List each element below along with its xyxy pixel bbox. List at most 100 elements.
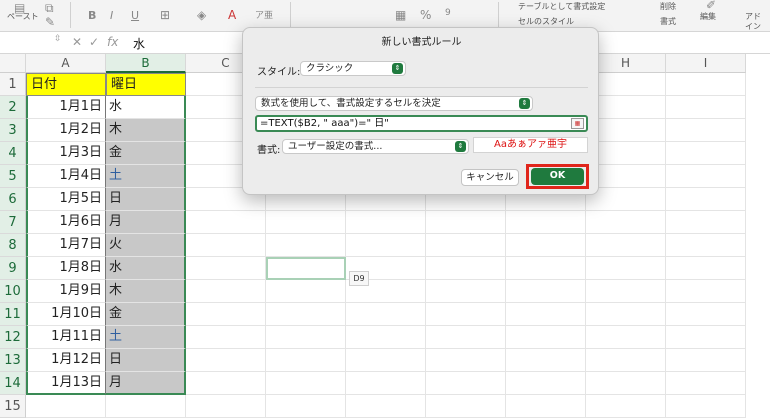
- borders-icon[interactable]: ⊞: [160, 8, 170, 22]
- name-box-stepper-icon[interactable]: ⇳: [54, 34, 62, 44]
- cell[interactable]: [266, 303, 346, 326]
- cell[interactable]: [666, 73, 746, 96]
- weekday-cell[interactable]: 日: [106, 349, 186, 372]
- cell[interactable]: [506, 372, 586, 395]
- cell[interactable]: [186, 257, 266, 280]
- cell[interactable]: [506, 326, 586, 349]
- weekday-cell[interactable]: 木: [106, 119, 186, 142]
- percent-button[interactable]: %: [420, 8, 431, 22]
- date-cell[interactable]: 1月9日: [26, 280, 106, 303]
- cell[interactable]: [266, 211, 346, 234]
- cell[interactable]: [666, 326, 746, 349]
- delete-button[interactable]: 削除: [660, 1, 676, 12]
- column-header-a[interactable]: A: [26, 54, 106, 73]
- collapse-dialog-icon[interactable]: ▦: [571, 118, 584, 129]
- row-header-11[interactable]: 11: [0, 303, 26, 326]
- row-header-8[interactable]: 8: [0, 234, 26, 257]
- cell[interactable]: [346, 303, 426, 326]
- underline-button[interactable]: U: [131, 9, 139, 22]
- cell[interactable]: [586, 234, 666, 257]
- cell[interactable]: [426, 234, 506, 257]
- format-as-table-button[interactable]: テーブルとして書式設定: [518, 1, 605, 12]
- row-header-6[interactable]: 6: [0, 188, 26, 211]
- cancel-icon[interactable]: ✕: [72, 35, 82, 49]
- row-header-3[interactable]: 3: [0, 119, 26, 142]
- comma-style-icon[interactable]: 9: [445, 8, 451, 18]
- cell[interactable]: [586, 303, 666, 326]
- cell[interactable]: [586, 211, 666, 234]
- cell[interactable]: [346, 349, 426, 372]
- cell[interactable]: [586, 188, 666, 211]
- copy-icon[interactable]: ⧉: [45, 1, 54, 16]
- cell[interactable]: [186, 349, 266, 372]
- cell[interactable]: [666, 96, 746, 119]
- cell[interactable]: [586, 280, 666, 303]
- cell[interactable]: [266, 280, 346, 303]
- cell[interactable]: [666, 234, 746, 257]
- date-cell[interactable]: 1月5日: [26, 188, 106, 211]
- cell[interactable]: [426, 211, 506, 234]
- date-cell[interactable]: 1月4日: [26, 165, 106, 188]
- font-color-icon[interactable]: A: [228, 8, 236, 22]
- weekday-cell[interactable]: 水: [106, 257, 186, 280]
- cell[interactable]: [666, 188, 746, 211]
- italic-button[interactable]: I: [110, 9, 113, 22]
- date-cell[interactable]: 1月13日: [26, 372, 106, 395]
- weekday-cell[interactable]: 土: [106, 165, 186, 188]
- select-all-corner[interactable]: [0, 54, 26, 73]
- weekday-cell[interactable]: 土: [106, 326, 186, 349]
- cell[interactable]: [186, 303, 266, 326]
- row-header-1[interactable]: 1: [0, 73, 26, 96]
- date-cell[interactable]: 1月7日: [26, 234, 106, 257]
- format-painter-icon[interactable]: ✎: [45, 15, 55, 29]
- cell[interactable]: [666, 395, 746, 418]
- cell[interactable]: [186, 211, 266, 234]
- phonetic-icon[interactable]: ア亜: [255, 8, 273, 21]
- header-cell-date[interactable]: 日付: [26, 73, 106, 96]
- number-format-icon[interactable]: ▦: [395, 8, 406, 22]
- cell[interactable]: [106, 395, 186, 418]
- cell[interactable]: [426, 257, 506, 280]
- weekday-cell[interactable]: 月: [106, 372, 186, 395]
- cell[interactable]: [586, 395, 666, 418]
- cell[interactable]: [266, 234, 346, 257]
- cell[interactable]: [346, 211, 426, 234]
- enter-icon[interactable]: ✓: [89, 35, 99, 49]
- date-cell[interactable]: 1月6日: [26, 211, 106, 234]
- cell[interactable]: [26, 395, 106, 418]
- format-button[interactable]: 書式: [660, 16, 676, 27]
- cell[interactable]: [266, 326, 346, 349]
- cell[interactable]: [586, 326, 666, 349]
- cell[interactable]: [186, 326, 266, 349]
- cell[interactable]: [666, 119, 746, 142]
- style-dropdown[interactable]: クラシック ⇕: [300, 61, 406, 76]
- header-cell-weekday[interactable]: 曜日: [106, 73, 186, 96]
- date-cell[interactable]: 1月2日: [26, 119, 106, 142]
- cell[interactable]: [666, 349, 746, 372]
- row-header-10[interactable]: 10: [0, 280, 26, 303]
- row-header-15[interactable]: 15: [0, 395, 26, 418]
- date-cell[interactable]: 1月3日: [26, 142, 106, 165]
- row-header-2[interactable]: 2: [0, 96, 26, 119]
- date-cell[interactable]: 1月1日: [26, 96, 106, 119]
- date-cell[interactable]: 1月12日: [26, 349, 106, 372]
- cell[interactable]: [426, 303, 506, 326]
- cell[interactable]: [346, 326, 426, 349]
- cell[interactable]: [586, 372, 666, 395]
- date-cell[interactable]: 1月11日: [26, 326, 106, 349]
- date-cell[interactable]: 1月10日: [26, 303, 106, 326]
- cell[interactable]: [346, 372, 426, 395]
- cell[interactable]: [266, 372, 346, 395]
- cell[interactable]: [426, 326, 506, 349]
- cell[interactable]: [506, 395, 586, 418]
- weekday-cell[interactable]: 金: [106, 303, 186, 326]
- row-header-7[interactable]: 7: [0, 211, 26, 234]
- cell[interactable]: [666, 211, 746, 234]
- column-header-i[interactable]: I: [666, 54, 746, 73]
- rule-type-dropdown[interactable]: 数式を使用して、書式設定するセルを決定 ⇕: [255, 96, 533, 111]
- cell[interactable]: [266, 395, 346, 418]
- formula-field[interactable]: =TEXT($B2, " aaa")=" 日" ▦: [255, 115, 588, 132]
- cell[interactable]: [666, 165, 746, 188]
- cell[interactable]: [186, 372, 266, 395]
- cell[interactable]: [506, 257, 586, 280]
